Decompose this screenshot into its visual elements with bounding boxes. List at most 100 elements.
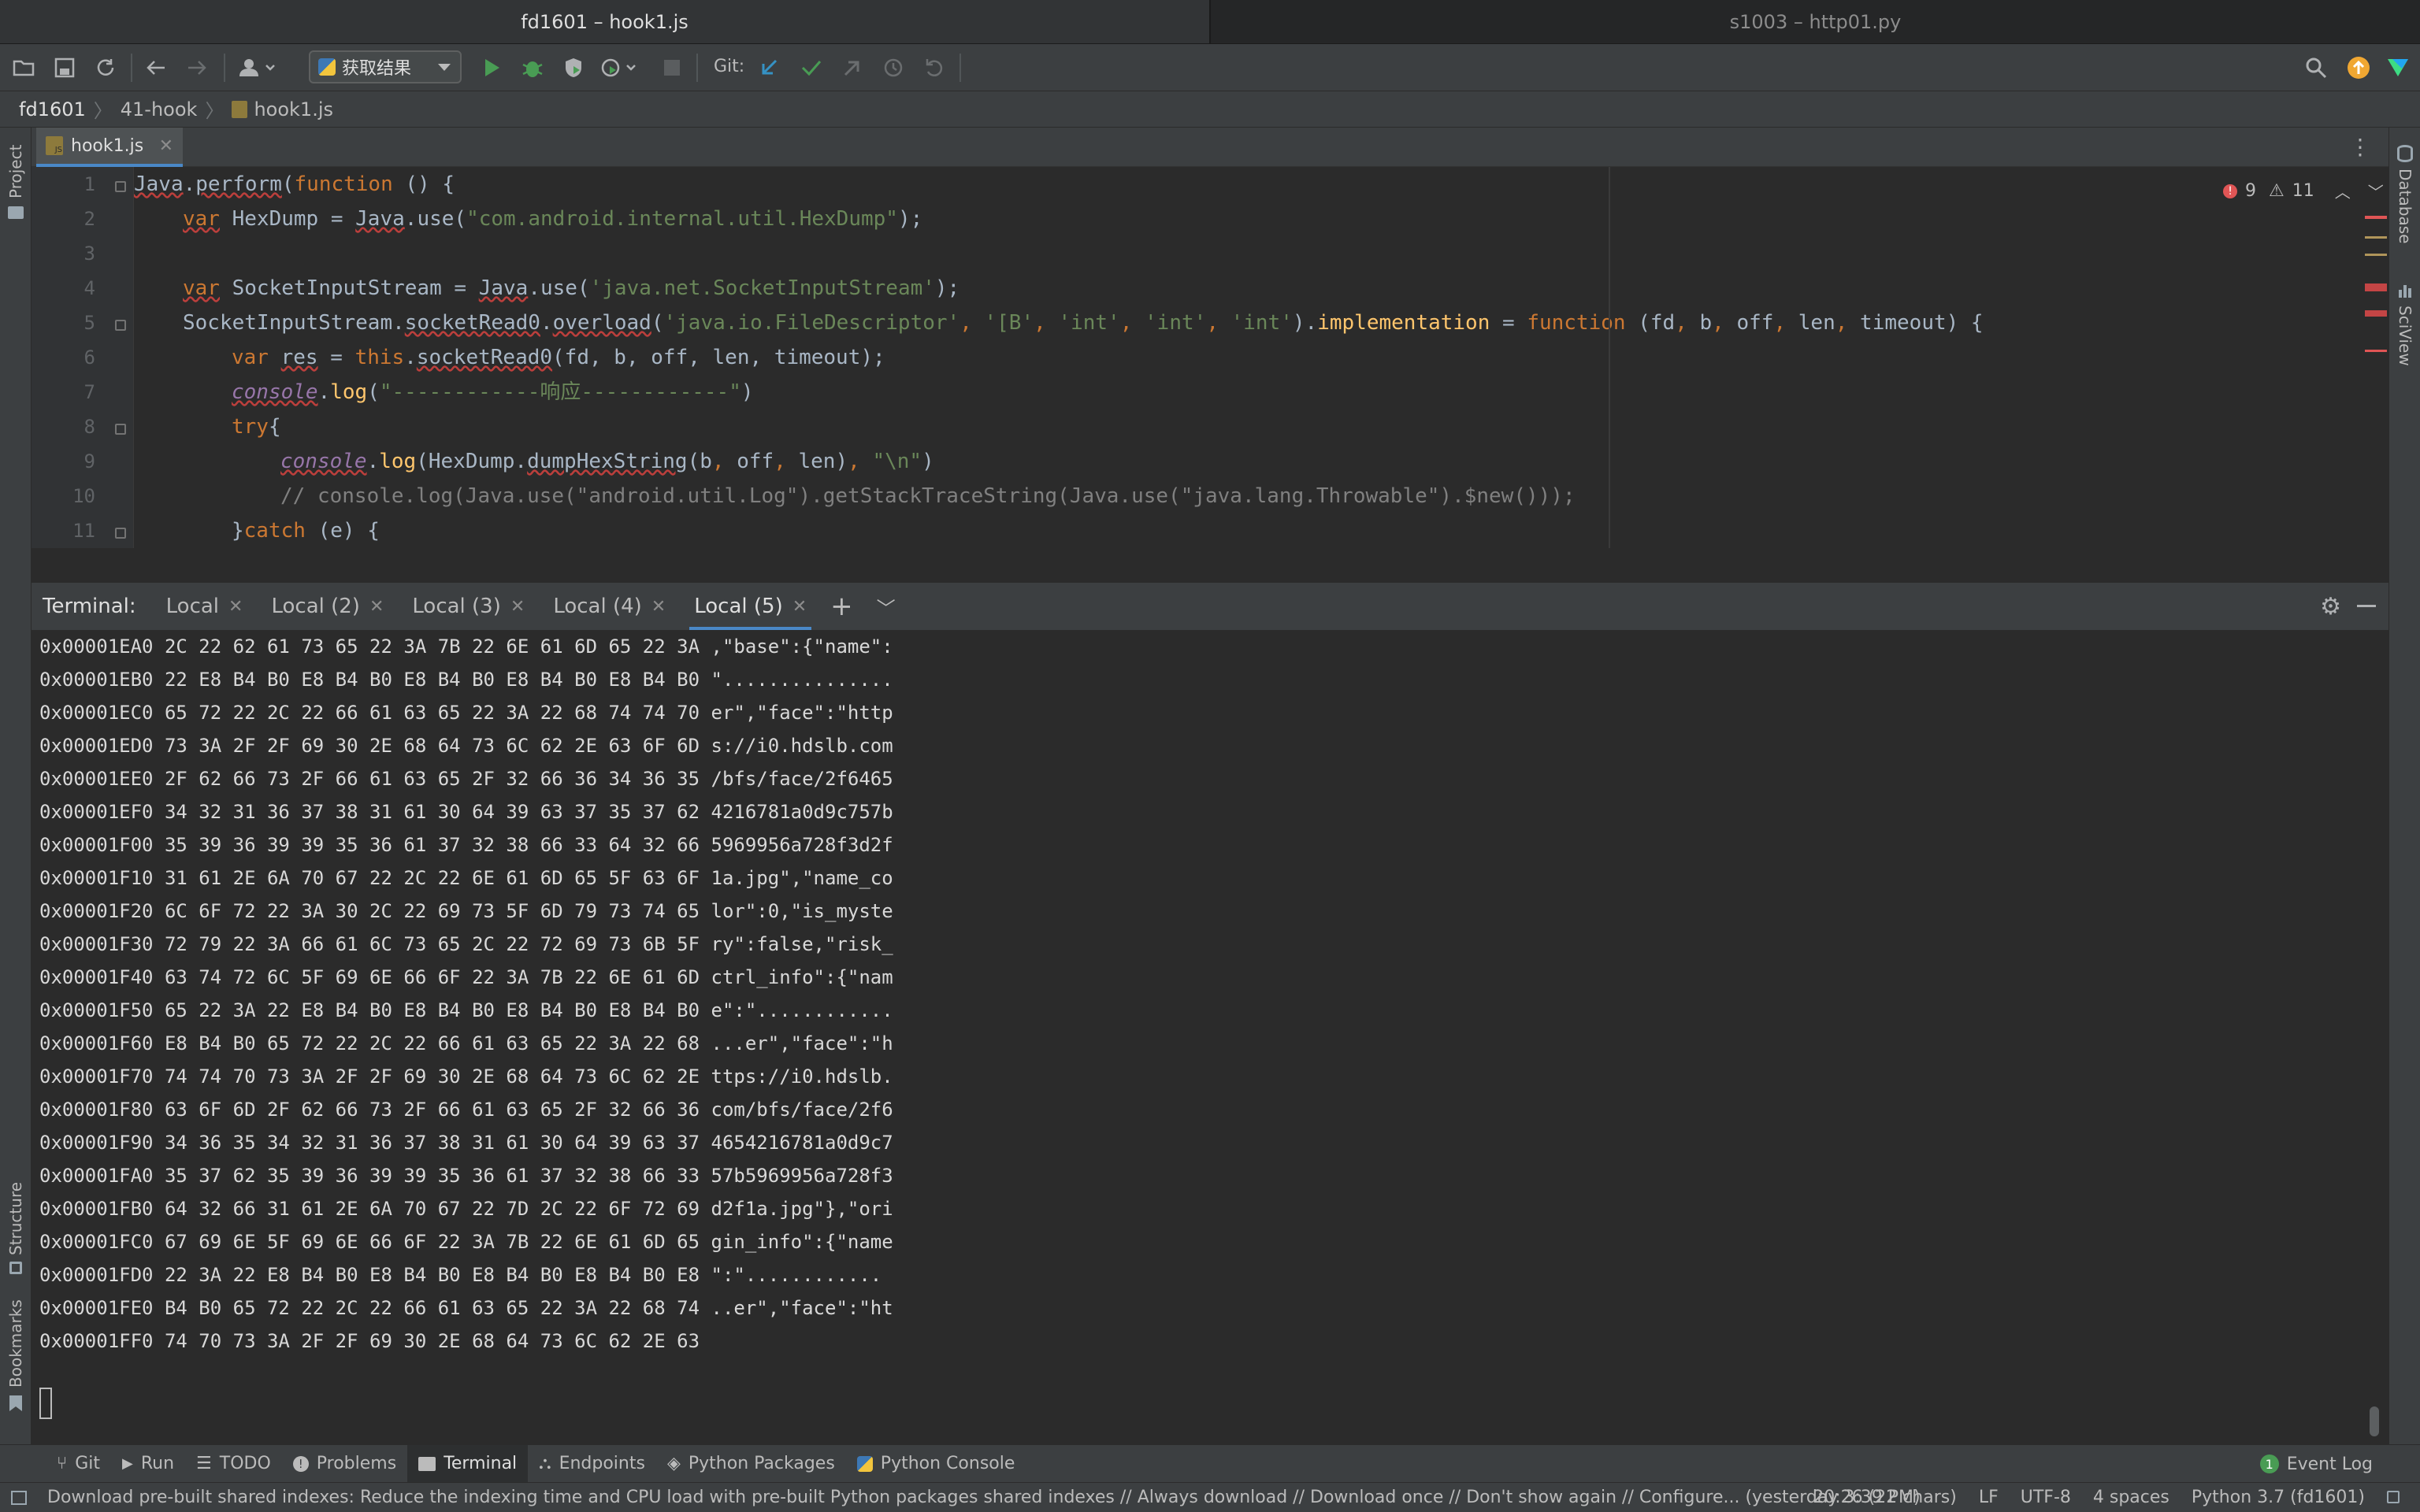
forward-arrow-icon[interactable] xyxy=(184,54,210,82)
run-icon[interactable] xyxy=(479,54,504,82)
python-console-tool-button[interactable]: Python Console xyxy=(846,1445,1026,1483)
terminal-line: 0x00001EC0 65 72 22 2C 22 66 61 63 65 22… xyxy=(39,702,893,724)
git-update-icon[interactable] xyxy=(756,54,781,82)
update-available-icon[interactable] xyxy=(2346,54,2371,82)
terminal-tab-local[interactable]: Local ✕ xyxy=(166,582,243,631)
code-token: "com.android.internal.util.HexDump" xyxy=(466,207,898,231)
code-token: } xyxy=(232,519,244,543)
code-token: (fd, b, off, len, timeout); xyxy=(552,346,885,369)
git-history-icon[interactable] xyxy=(881,54,906,82)
status-panel-icon[interactable] xyxy=(11,1490,27,1505)
indent-setting[interactable]: 4 spaces xyxy=(2093,1488,2169,1507)
sync-icon[interactable] xyxy=(93,54,118,82)
fold-marker-icon[interactable] xyxy=(115,181,126,192)
git-commit-icon[interactable] xyxy=(799,54,824,82)
profile-icon[interactable] xyxy=(599,54,640,82)
python-interpreter[interactable]: Python 3.7 (fd1601) xyxy=(2192,1488,2365,1507)
fold-marker-icon[interactable] xyxy=(115,528,126,539)
code-token: . xyxy=(404,207,418,231)
terminal-scrollbar[interactable] xyxy=(2370,1406,2379,1436)
run-tool-button[interactable]: ▶ Run xyxy=(111,1445,185,1483)
jetbrains-toolbox-icon[interactable] xyxy=(2385,54,2411,82)
search-icon[interactable] xyxy=(2303,54,2329,82)
stripe-mark[interactable] xyxy=(2365,216,2387,219)
terminal-tab-local-3[interactable]: Local (3) ✕ xyxy=(412,582,525,631)
terminal-line: 0x00001F50 65 22 3A 22 E8 B4 B0 E8 B4 B0… xyxy=(39,999,893,1021)
terminal-line: 0x00001FE0 B4 B0 65 72 22 2C 22 66 61 63… xyxy=(39,1297,893,1319)
terminal-line: 0x00001F10 31 61 2E 6A 70 67 22 2C 22 6E… xyxy=(39,867,893,889)
sciview-tool-button[interactable]: SciView xyxy=(2396,306,2414,366)
chevron-down-icon[interactable]: ﹀ xyxy=(877,593,896,621)
window-tab-fd1601[interactable]: fd1601 – hook1.js xyxy=(0,0,1211,44)
stop-icon[interactable] xyxy=(662,54,682,82)
problems-icon: ! xyxy=(292,1455,309,1472)
inspection-widget[interactable]: ! 9 ⚠ 11 ︿ ﹀ xyxy=(2223,180,2384,202)
stripe-mark[interactable] xyxy=(2365,236,2387,239)
run-configuration-dropdown[interactable]: 获取结果 xyxy=(309,50,462,83)
line-separator[interactable]: LF xyxy=(1979,1488,1999,1507)
terminal-tab-local-5[interactable]: Local (5) ✕ xyxy=(689,582,812,631)
close-icon[interactable]: ✕ xyxy=(510,597,525,617)
open-folder-icon[interactable] xyxy=(11,54,36,82)
code-token: . xyxy=(540,311,553,335)
code-editor[interactable]: Java.perform(function () { var HexDump =… xyxy=(134,167,2376,548)
editor-tab-hook1[interactable]: JS hook1.js ✕ xyxy=(36,128,183,167)
terminal-tool-button[interactable]: Terminal xyxy=(407,1444,529,1483)
problems-tool-button[interactable]: ! Problems xyxy=(282,1445,407,1483)
previous-highlight-icon[interactable]: ︿ xyxy=(2335,180,2351,202)
tool-label: Git xyxy=(75,1454,100,1473)
terminal-tab-local-4[interactable]: Local (4) ✕ xyxy=(553,582,666,631)
close-icon[interactable]: ✕ xyxy=(159,136,173,156)
code-token: "\n" xyxy=(872,450,922,473)
bookmarks-tool-button[interactable]: Bookmarks xyxy=(6,1299,25,1388)
debug-icon[interactable] xyxy=(520,54,545,82)
close-icon[interactable]: ✕ xyxy=(792,597,807,617)
git-push-icon[interactable] xyxy=(840,54,865,82)
database-tool-button[interactable]: Database xyxy=(2396,169,2414,243)
event-log-button[interactable]: 1 Event Log xyxy=(2259,1445,2373,1483)
code-token: (fd xyxy=(1625,311,1676,335)
code-token: Java xyxy=(134,172,184,196)
run-icon: ▶ xyxy=(122,1455,133,1472)
breadcrumb-project[interactable]: fd1601 xyxy=(19,98,86,120)
stripe-mark[interactable] xyxy=(2365,254,2387,256)
window-tab-s1003[interactable]: s1003 – http01.py xyxy=(1211,0,2420,44)
endpoints-tool-button[interactable]: ⛬ Endpoints xyxy=(528,1445,656,1483)
structure-tool-button[interactable]: Structure xyxy=(6,1182,25,1255)
stripe-mark[interactable] xyxy=(2365,310,2387,317)
tool-label: TODO xyxy=(219,1454,271,1473)
fold-marker-icon[interactable] xyxy=(115,424,126,435)
code-token: 'java.io.FileDescriptor' xyxy=(663,311,960,335)
gear-icon[interactable]: ⚙ xyxy=(2320,593,2341,621)
breadcrumb-folder[interactable]: 41-hook xyxy=(121,98,198,120)
terminal-output[interactable]: 0x00001EA0 2C 22 62 61 73 65 22 3A 7B 22… xyxy=(32,630,2388,1444)
add-terminal-icon[interactable]: + xyxy=(830,591,853,622)
user-icon[interactable] xyxy=(235,54,280,82)
git-tool-button[interactable]: ⑂ Git xyxy=(46,1445,111,1483)
code-token: ). xyxy=(1292,311,1318,335)
code-token: ( xyxy=(651,311,664,335)
git-rollback-icon[interactable] xyxy=(922,54,947,82)
fold-marker-icon[interactable] xyxy=(115,320,126,331)
tool-label: Python Packages xyxy=(688,1454,835,1473)
todo-tool-button[interactable]: ☰ TODO xyxy=(185,1445,282,1483)
stripe-mark[interactable] xyxy=(2365,284,2387,291)
coverage-icon[interactable] xyxy=(561,54,586,82)
file-encoding[interactable]: UTF-8 xyxy=(2021,1488,2071,1507)
stripe-mark[interactable] xyxy=(2365,350,2387,352)
breadcrumb-file[interactable]: hook1.js xyxy=(254,98,333,120)
project-tool-button[interactable]: Project xyxy=(6,145,25,198)
close-icon[interactable]: ✕ xyxy=(651,597,666,617)
back-arrow-icon[interactable] xyxy=(143,54,169,82)
minimize-icon[interactable] xyxy=(2357,605,2376,607)
lock-icon[interactable] xyxy=(2387,1491,2400,1503)
close-icon[interactable]: ✕ xyxy=(369,597,384,617)
caret-position[interactable]: 20:26 (22 chars) xyxy=(1813,1488,1957,1507)
more-tabs-icon[interactable]: ⋮ xyxy=(2349,134,2371,160)
close-icon[interactable]: ✕ xyxy=(228,597,243,617)
status-message[interactable]: Download pre-built shared indexes: Reduc… xyxy=(47,1488,1921,1507)
python-packages-tool-button[interactable]: ◈ Python Packages xyxy=(656,1445,846,1483)
save-icon[interactable] xyxy=(52,54,77,82)
next-highlight-icon[interactable]: ﹀ xyxy=(2368,180,2384,202)
terminal-tab-local-2[interactable]: Local (2) ✕ xyxy=(271,582,384,631)
